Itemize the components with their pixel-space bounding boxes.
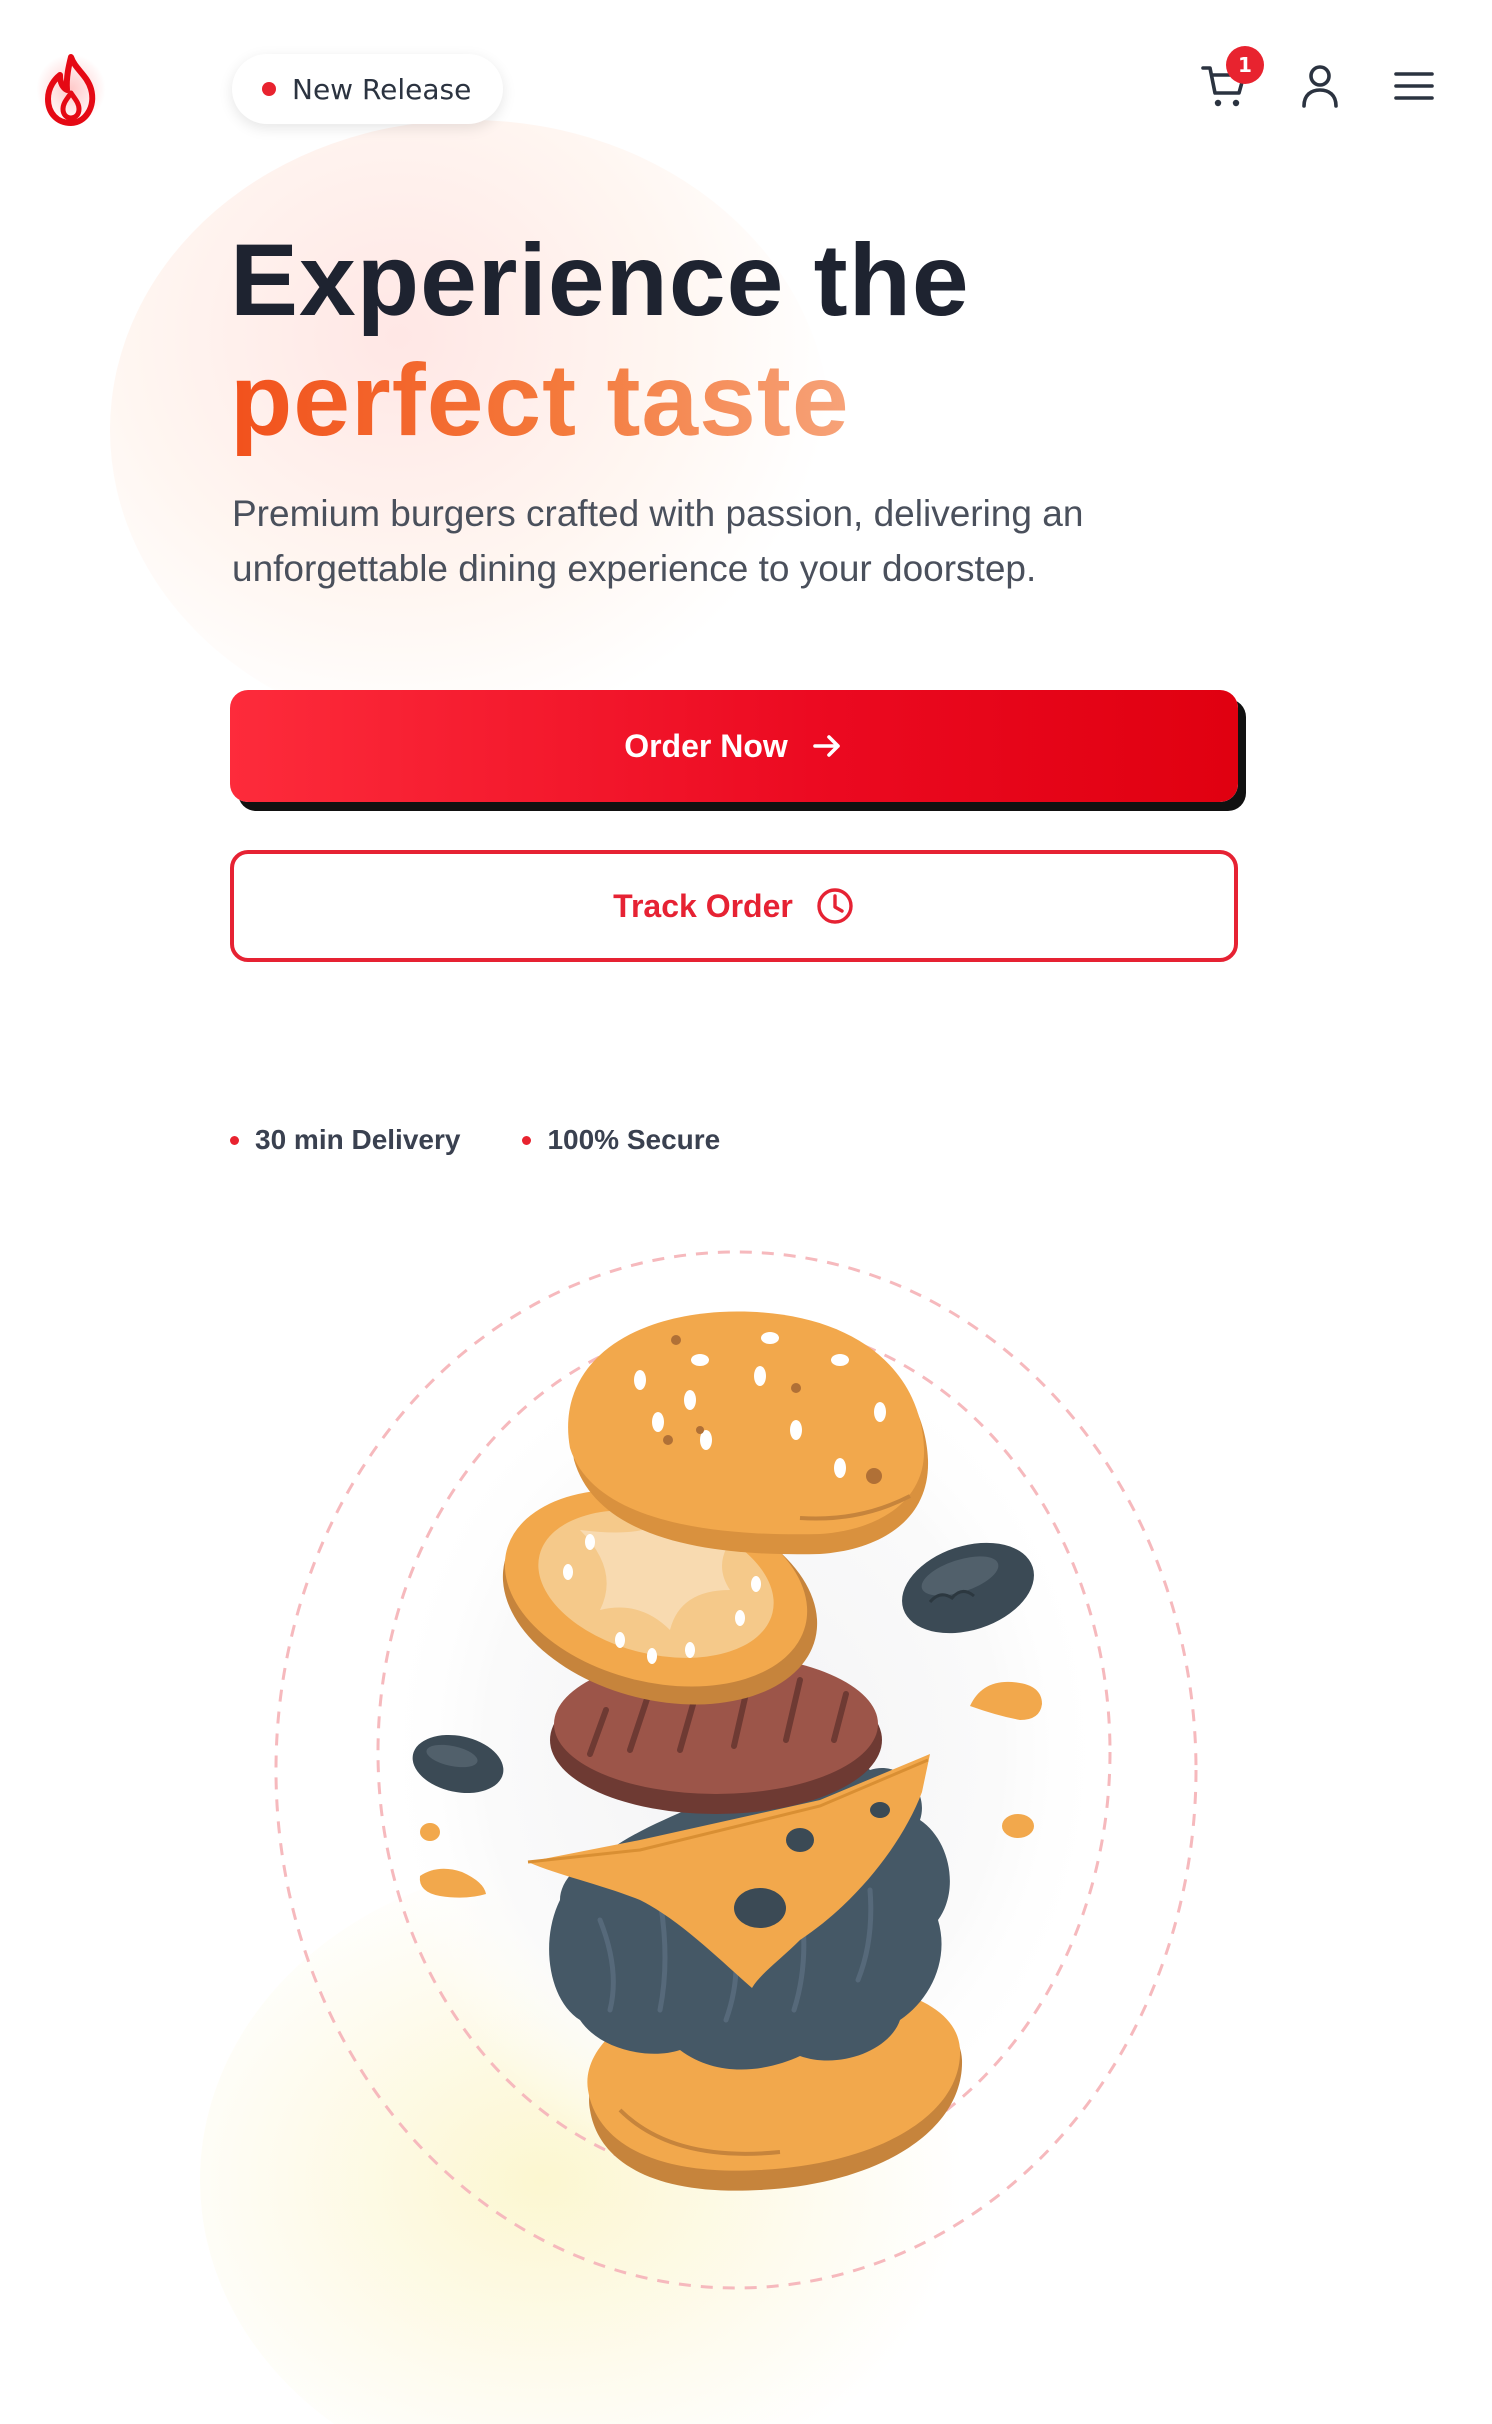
flame-icon	[45, 54, 96, 126]
menu-button[interactable]	[1386, 58, 1442, 114]
feature-label: 100% Secure	[547, 1124, 721, 1155]
burger-illustration	[274, 1250, 1198, 2290]
top-bun	[568, 1311, 929, 1555]
feature-dot	[522, 1135, 532, 1145]
user-icon	[1302, 65, 1338, 108]
user-button[interactable]	[1292, 58, 1348, 114]
new-release-badge[interactable]: New Release	[232, 54, 504, 124]
order-now-label: Order Now	[624, 727, 788, 764]
hero-subtitle: Premium burgers crafted with passion, de…	[232, 493, 1084, 589]
clock-icon	[817, 888, 853, 924]
badge-dot	[262, 82, 276, 96]
feature-list: 30 min Delivery 100% Secure	[230, 1124, 720, 1156]
sauce-drop	[420, 1823, 440, 1841]
hero-title-line2: perfect taste	[230, 340, 970, 460]
hero-title: Experience the perfect taste	[230, 220, 970, 460]
arrow-right-icon	[812, 735, 840, 757]
menu-icon	[1394, 72, 1434, 100]
track-order-button[interactable]: Track Order	[230, 850, 1238, 962]
feature-secure: 100% Secure	[522, 1124, 720, 1156]
hero-title-line1: Experience the	[230, 223, 970, 337]
feature-dot	[230, 1135, 239, 1145]
feature-delivery: 30 min Delivery	[230, 1124, 460, 1156]
sauce-drop	[1002, 1814, 1034, 1838]
badge-label: New Release	[292, 72, 472, 106]
page: New Release 1 Experience the perfect tas…	[0, 0, 1492, 2424]
track-order-label: Track Order	[613, 887, 793, 924]
logo[interactable]	[36, 48, 106, 132]
cart-count-badge: 1	[1226, 46, 1264, 84]
order-now-button[interactable]: Order Now	[230, 690, 1238, 802]
feature-label: 30 min Delivery	[255, 1124, 461, 1155]
